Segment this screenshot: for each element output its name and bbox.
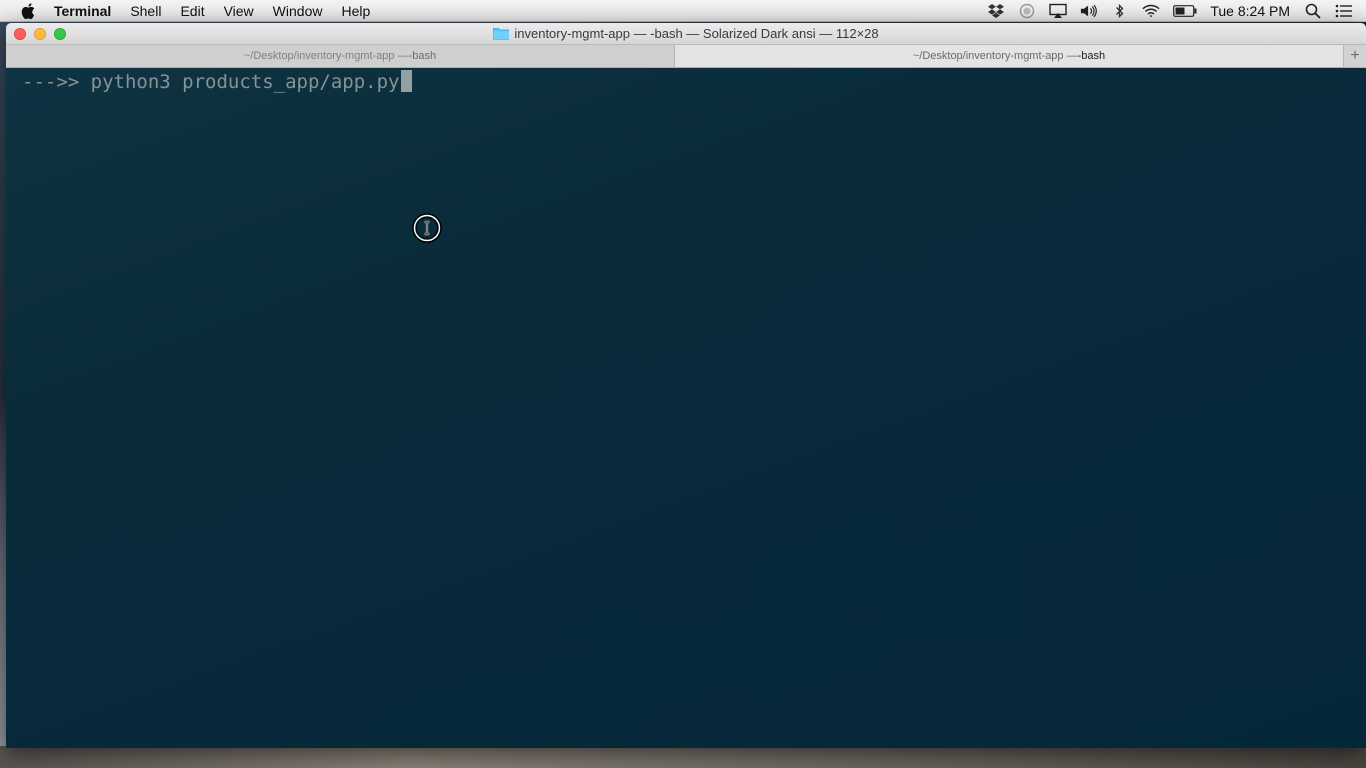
tab-process: -bash (408, 50, 437, 62)
desktop-wallpaper-bottom (0, 746, 1366, 768)
terminal-content[interactable]: --->> python3 products_app/app.py (6, 68, 1366, 748)
new-tab-button[interactable]: + (1344, 45, 1366, 67)
menu-bar: Terminal Shell Edit View Window Help Tue… (0, 0, 1366, 22)
menu-app-terminal[interactable]: Terminal (54, 0, 111, 22)
menu-bar-clock[interactable]: Tue 8:24 PM (1210, 3, 1290, 19)
battery-icon[interactable] (1173, 3, 1197, 19)
minimize-window-button[interactable] (34, 28, 46, 40)
folder-icon (493, 28, 510, 40)
apple-menu-icon[interactable] (20, 2, 36, 19)
window-title: inventory-mgmt-app — -bash — Solarized D… (514, 26, 879, 41)
tab-path: ~/Desktop/inventory-mgmt-app — (243, 50, 409, 62)
volume-icon[interactable] (1080, 3, 1098, 19)
window-titlebar[interactable]: inventory-mgmt-app — -bash — Solarized D… (6, 23, 1366, 45)
airplay-icon[interactable] (1049, 3, 1068, 19)
record-icon[interactable] (1018, 3, 1036, 19)
menu-window[interactable]: Window (273, 0, 323, 22)
window-controls (14, 28, 74, 40)
text-cursor (400, 70, 412, 92)
wifi-icon[interactable] (1142, 3, 1160, 19)
menu-shell[interactable]: Shell (130, 0, 161, 22)
dropbox-icon[interactable] (987, 3, 1005, 19)
tab-bash-1[interactable]: ~/Desktop/inventory-mgmt-app — -bash (6, 45, 675, 67)
tab-bar: ~/Desktop/inventory-mgmt-app — -bash ~/D… (6, 45, 1366, 68)
terminal-window: inventory-mgmt-app — -bash — Solarized D… (6, 23, 1366, 748)
menu-edit[interactable]: Edit (180, 0, 204, 22)
shell-prompt: --->> (22, 71, 91, 93)
spotlight-search-icon[interactable] (1304, 3, 1322, 19)
command-text: python3 products_app/app.py (90, 71, 400, 93)
window-title-group: inventory-mgmt-app — -bash — Solarized D… (493, 26, 879, 41)
menu-view[interactable]: View (224, 0, 254, 22)
tab-bash-2[interactable]: ~/Desktop/inventory-mgmt-app — -bash (675, 45, 1344, 67)
close-window-button[interactable] (14, 28, 26, 40)
notification-center-icon[interactable] (1335, 3, 1353, 19)
tab-process: -bash (1077, 50, 1106, 62)
menu-bar-status-area: Tue 8:24 PM (987, 0, 1366, 22)
bluetooth-icon[interactable] (1111, 3, 1129, 19)
tab-path: ~/Desktop/inventory-mgmt-app — (912, 50, 1078, 62)
command-line: --->> python3 products_app/app.py (22, 70, 412, 94)
zoom-window-button[interactable] (54, 28, 66, 40)
ibeam-cursor-icon (412, 213, 442, 243)
menu-help[interactable]: Help (341, 0, 370, 22)
